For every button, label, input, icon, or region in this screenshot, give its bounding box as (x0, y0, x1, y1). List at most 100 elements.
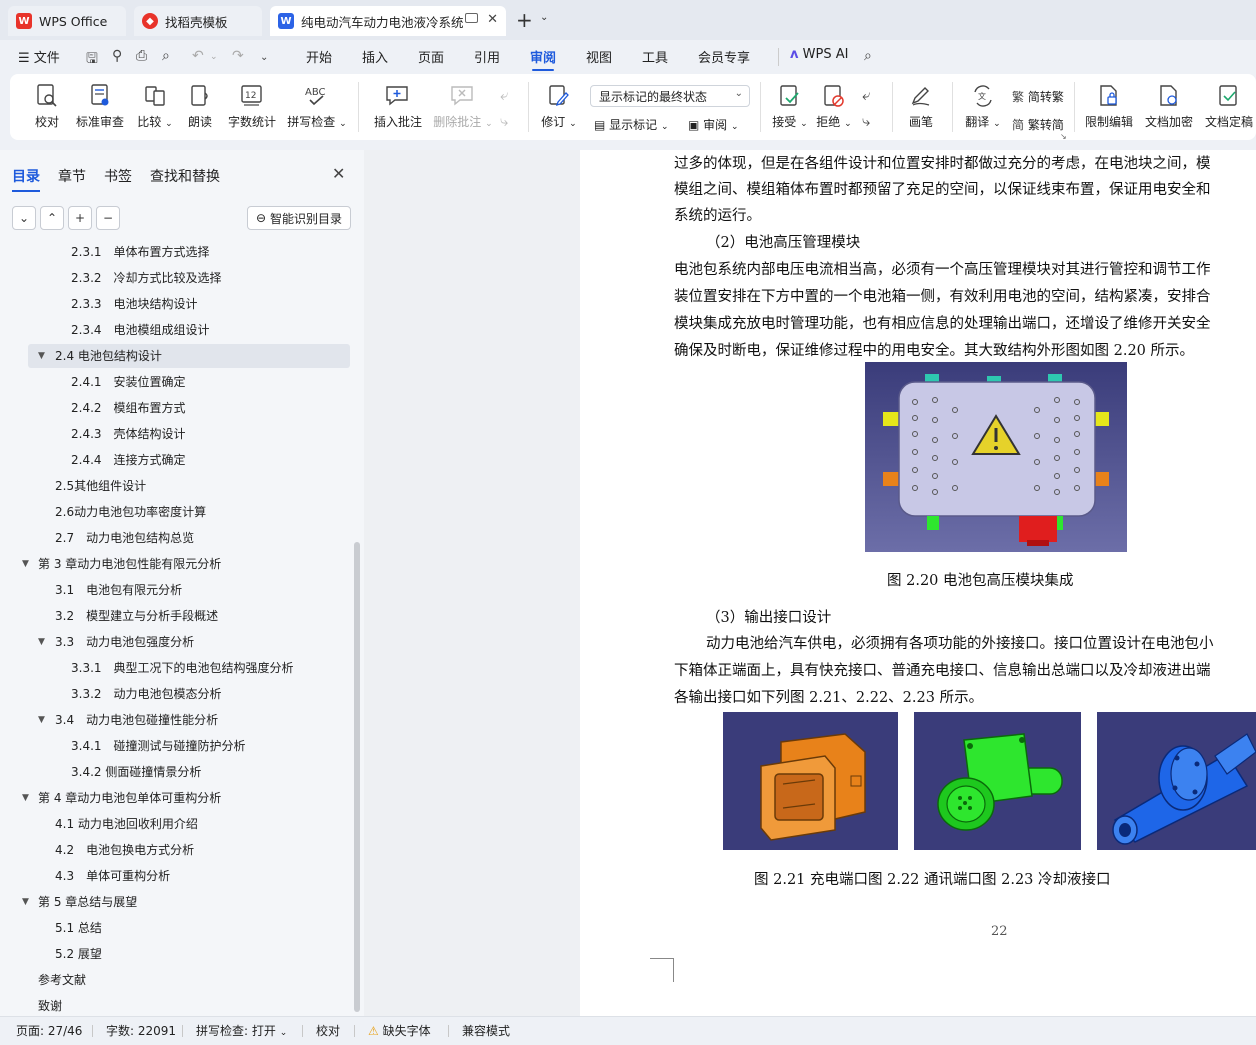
traditional-to-simplified-button[interactable]: 简 繁转简 (1012, 116, 1064, 133)
previous-change-icon[interactable]: ⤶ (862, 86, 870, 104)
close-tab-icon[interactable]: ✕ (487, 12, 498, 27)
collapse-all-button[interactable]: ⌄ (12, 206, 36, 230)
page-indicator[interactable]: 页面: 27/46 (16, 1022, 82, 1039)
restrict-edit-button[interactable]: 限制编辑 (1084, 82, 1134, 130)
communication-port-figure[interactable] (914, 712, 1081, 850)
chevron-down-icon[interactable]: ⌄ (540, 12, 548, 23)
spell-check-button[interactable]: ABC 拼写检查 ⌄ (286, 82, 348, 130)
read-aloud-button[interactable]: 朗读 (186, 82, 214, 130)
wps-ai-button[interactable]: ᴧ WPS AI (790, 47, 848, 62)
tab-find-replace[interactable]: 查找和替换 (150, 166, 220, 186)
toc-item[interactable]: 3.3 动力电池包强度分析 (55, 630, 194, 654)
display-mode-select[interactable]: 显示标记的最终状态 ⌄ (590, 85, 750, 107)
more-chevron-icon[interactable]: ⌄ (260, 52, 268, 63)
tab-wps-office[interactable]: W WPS Office (8, 6, 126, 36)
smart-toc-button[interactable]: ⊖ 智能识别目录 (247, 206, 351, 230)
panel-scrollbar[interactable] (354, 542, 360, 1012)
toc-item[interactable]: 3.4.1 碰撞测试与碰撞防护分析 (71, 734, 246, 758)
toc-collapse-toggle-icon[interactable]: ▼ (38, 630, 45, 654)
menu-page[interactable]: 页面 (418, 47, 444, 66)
add-heading-button[interactable]: + (68, 206, 92, 230)
menu-member[interactable]: 会员专享 (698, 47, 750, 66)
toc-collapse-toggle-icon[interactable]: ▼ (38, 708, 45, 732)
redo-icon[interactable]: ↷ (232, 48, 244, 64)
expand-all-button[interactable]: ⌃ (40, 206, 64, 230)
tab-bookmarks[interactable]: 书签 (104, 166, 132, 186)
toc-item[interactable]: 5.1 总结 (55, 916, 102, 940)
share-icon[interactable]: ⚲ (112, 48, 122, 64)
delete-comment-button[interactable]: 删除批注 ⌄ (432, 82, 494, 130)
toc-item[interactable]: 5.2 展望 (55, 942, 102, 966)
toc-collapse-toggle-icon[interactable]: ▼ (22, 890, 29, 914)
toc-item[interactable]: 2.4.4 连接方式确定 (71, 448, 186, 472)
proofread-button[interactable]: 校对 (32, 82, 62, 130)
toc-item[interactable]: 2.5其他组件设计 (55, 474, 146, 498)
monitor-icon[interactable] (465, 13, 478, 23)
menu-view[interactable]: 视图 (586, 47, 612, 66)
toc-item[interactable]: 3.4 动力电池包碰撞性能分析 (55, 708, 218, 732)
toc-item[interactable]: 2.4.2 模组布置方式 (71, 396, 186, 420)
tab-toc[interactable]: 目录 (12, 166, 40, 192)
review-pane-button[interactable]: ▣ 审阅 ⌄ (688, 116, 739, 133)
coolant-port-figure[interactable] (1097, 712, 1256, 850)
menu-start[interactable]: 开始 (306, 47, 332, 66)
reject-button[interactable]: 拒绝 ⌄ (816, 82, 852, 130)
toc-item[interactable]: 第 4 章动力电池包单体可重构分析 (38, 786, 221, 810)
toc-item[interactable]: 2.6动力电池包功率密度计算 (55, 500, 206, 524)
accept-button[interactable]: 接受 ⌄ (772, 82, 808, 130)
compare-button[interactable]: 比较 ⌄ (134, 82, 176, 130)
undo-dropdown-icon[interactable]: ⌄ (210, 52, 218, 62)
toc-collapse-toggle-icon[interactable]: ▼ (22, 786, 29, 810)
show-markup-button[interactable]: ▤ 显示标记 ⌄ (594, 116, 669, 133)
translate-button[interactable]: 文 翻译 ⌄ (964, 82, 1002, 130)
missing-font-indicator[interactable]: ⚠ 缺失字体 (368, 1022, 431, 1039)
next-comment-icon[interactable]: ⤷ (500, 112, 508, 130)
toc-collapse-toggle-icon[interactable]: ▼ (38, 344, 45, 368)
track-changes-button[interactable]: 修订 ⌄ (540, 82, 578, 130)
search-icon[interactable]: ⌕ (864, 48, 872, 64)
file-menu[interactable]: ☰ 文件 (18, 47, 60, 66)
previous-comment-icon[interactable]: ⤶ (500, 86, 508, 104)
toc-item[interactable]: 2.4.1 安装位置确定 (71, 370, 186, 394)
save-icon[interactable]: 🖫 (86, 48, 98, 72)
toc-item[interactable]: 4.3 单体可重构分析 (55, 864, 170, 888)
toc-item[interactable]: 2.3.2 冷却方式比较及选择 (71, 266, 222, 290)
pen-button[interactable]: 画笔 (906, 82, 936, 130)
simplified-to-traditional-button[interactable]: 繁 简转繁 (1012, 88, 1064, 105)
toc-item[interactable]: 3.3.1 典型工况下的电池包结构强度分析 (71, 656, 294, 680)
undo-icon[interactable]: ↶ (192, 48, 204, 64)
next-change-icon[interactable]: ⤷ (862, 112, 870, 130)
new-tab-icon[interactable]: + (516, 8, 533, 32)
toc-item[interactable]: 3.3.2 动力电池包模态分析 (71, 682, 222, 706)
menu-insert[interactable]: 插入 (362, 47, 388, 66)
high-voltage-module-figure[interactable] (865, 362, 1127, 552)
encrypt-button[interactable]: 文档加密 (1144, 82, 1194, 130)
tab-chapters[interactable]: 章节 (58, 166, 86, 186)
toc-item[interactable]: 2.3.4 电池模组成组设计 (71, 318, 210, 342)
charging-port-figure[interactable] (723, 712, 898, 850)
word-count-indicator[interactable]: 字数: 22091 (106, 1022, 176, 1039)
menu-review[interactable]: 审阅 (530, 47, 556, 71)
toc-item[interactable]: 4.2 电池包换电方式分析 (55, 838, 194, 862)
print-preview-icon[interactable]: ⌕ (162, 48, 170, 64)
close-panel-icon[interactable]: ✕ (332, 164, 345, 183)
print-icon[interactable]: ⎙ (136, 48, 147, 64)
insert-comment-button[interactable]: 插入批注 (372, 82, 424, 130)
proof-indicator[interactable]: 校对 (316, 1022, 340, 1039)
standard-review-button[interactable]: 标准审查 (74, 82, 126, 130)
toc-item[interactable]: 2.3.3 电池块结构设计 (71, 292, 198, 316)
toc-item[interactable]: 2.4 电池包结构设计 (55, 344, 162, 368)
toc-item[interactable]: 致谢 (38, 994, 62, 1016)
tab-document[interactable]: W 纯电动汽车动力电池液冷系统 ✕ (270, 6, 506, 36)
toc-item[interactable]: 3.1 电池包有限元分析 (55, 578, 182, 602)
word-count-button[interactable]: 12 字数统计 (226, 82, 278, 130)
toc-item[interactable]: 2.7 动力电池包结构总览 (55, 526, 194, 550)
toc-item[interactable]: 参考文献 (38, 968, 86, 992)
menu-tools[interactable]: 工具 (642, 47, 668, 66)
menu-references[interactable]: 引用 (474, 47, 500, 66)
toc-item[interactable]: 3.2 模型建立与分析手段概述 (55, 604, 218, 628)
finalize-button[interactable]: 文档定稿 (1204, 82, 1254, 130)
toc-item[interactable]: 3.4.2 侧面碰撞情景分析 (71, 760, 201, 784)
toc-collapse-toggle-icon[interactable]: ▼ (22, 552, 29, 576)
dialog-launcher-icon[interactable]: ↘ (1060, 132, 1067, 141)
